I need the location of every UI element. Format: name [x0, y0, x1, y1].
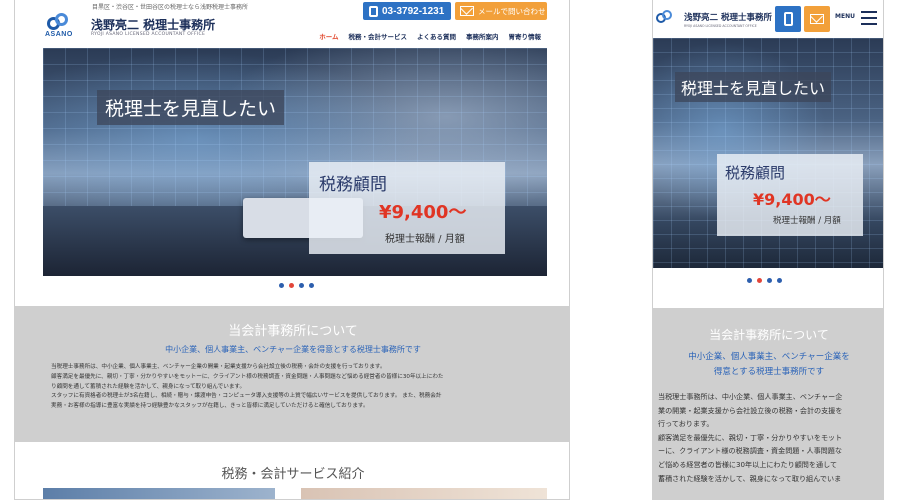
- about-line: 当税理士事務所は、中小企業、個人事業主、ベンチャー企業の開業・起業支援から会社設…: [51, 364, 386, 370]
- about-line: ど悩める経営者の皆様に30年以上にわたり顧問を通して: [658, 459, 838, 469]
- phone-button[interactable]: [775, 6, 801, 32]
- about-subtitle-line: 得意とする税理士事務所です: [713, 367, 825, 377]
- slider-dot[interactable]: [747, 278, 752, 283]
- hero-slider[interactable]: 税理士を見直したい 税務顧問 ¥9,400～ 税理士報酬 / 月額: [653, 38, 883, 268]
- about-line: 業の開業・起業支援から会社設立後の税務・会計の支援を: [658, 405, 843, 415]
- brand-name[interactable]: 浅野亮二 税理士事務所: [684, 11, 772, 23]
- service-thumbnail[interactable]: [301, 488, 547, 499]
- menu-label[interactable]: MENU: [835, 13, 855, 20]
- phone-icon: [369, 5, 378, 17]
- hero-slider[interactable]: 税理士を見直したい 税務顧問 ¥9,400～ 税理士報酬 / 月額: [43, 48, 547, 276]
- slider-dot-active[interactable]: [757, 278, 762, 283]
- about-body: 当税理士事務所は、中小企業、個人事業主、ベンチャー企業の開業・起業支援から会社設…: [51, 363, 539, 412]
- service-thumbnail[interactable]: [43, 488, 275, 499]
- hero-card-title: 税務顧問: [725, 164, 786, 182]
- phone-number: 03-3792-1231: [382, 5, 445, 17]
- hero-price-note: 税理士報酬 / 月額: [773, 216, 841, 226]
- about-line: 行っております。: [658, 419, 714, 429]
- about-line: ーに、クライアント様の税務調査・資金問題・人事問題な: [658, 446, 842, 456]
- mail-icon: [810, 14, 824, 24]
- about-subtitle: 中小企業、個人事業主、ベンチャー企業を得意とする税理士事務所です: [165, 345, 421, 354]
- about-section: 当会計事務所について 中小企業、個人事業主、ベンチャー企業を得意とする税理士事務…: [15, 306, 569, 442]
- mobile-view: 浅野亮二 税理士事務所 RYOJI ASANO LICENSED ACCOUNT…: [652, 0, 884, 500]
- about-body: 当税理士事務所は、中小企業、個人事業主、ベンチャー企 業の開業・起業支援から会社…: [658, 390, 882, 485]
- slider-dot[interactable]: [767, 278, 772, 283]
- hero-price-card: 税務顧問 ¥9,400～ 税理士報酬 / 月額: [717, 154, 863, 236]
- logo-icon[interactable]: [655, 10, 683, 30]
- hero-price: ¥9,400～: [753, 190, 831, 209]
- hamburger-menu-icon[interactable]: [861, 11, 877, 25]
- about-title: 当会計事務所について: [709, 328, 829, 342]
- about-line: 実務・お客様の指導に豊富な実績を持つ経験豊かなスタッフが在籍し、きっと皆様に満足…: [51, 403, 369, 410]
- header-tagline: 目黒区・渋谷区・世田谷区の税理士なら浅野税理士事務所: [92, 4, 249, 11]
- about-title: 当会計事務所について: [228, 324, 358, 339]
- services-title: 税務・会計サービス紹介: [221, 467, 365, 482]
- mail-contact-button[interactable]: [804, 6, 830, 32]
- hero-price-note: 税理士報酬 / 月額: [385, 234, 465, 245]
- about-section: 当会計事務所について 中小企業、個人事業主、ベンチャー企業を 得意とする税理士事…: [653, 308, 883, 499]
- brand-name[interactable]: 浅野亮二 税理士事務所: [91, 16, 215, 33]
- about-line: スタッフに有資格者の税理士が3名在籍し、相続・贈与・譲渡申告・コンピュータ導入支…: [51, 393, 442, 400]
- slider-dot[interactable]: [299, 283, 304, 288]
- slider-dot[interactable]: [777, 278, 782, 283]
- slider-dot-active[interactable]: [289, 283, 294, 288]
- nav-office[interactable]: 事務所案内: [466, 31, 499, 41]
- brand-subtitle: RYOJI ASANO LICENSED ACCOUNTANT OFFICE: [91, 32, 206, 37]
- desktop-view: 目黒区・渋谷区・世田谷区の税理士なら浅野税理士事務所 ASANO 浅野亮二 税理…: [14, 0, 570, 500]
- nav-home[interactable]: ホーム: [319, 31, 338, 41]
- mail-label: メールで問い合わせ: [478, 6, 546, 16]
- nav-faq[interactable]: よくある質問: [417, 31, 456, 41]
- about-subtitle-line: 中小企業、個人事業主、ベンチャー企業を: [688, 352, 850, 362]
- about-line: 顧客満足を最優先に、親切・丁寧・分かりやすいをモットーに、クライアント様の税務調…: [51, 373, 444, 380]
- logo-icon[interactable]: ASANO: [45, 13, 85, 41]
- hero-headline: 税理士を見直したい: [97, 90, 285, 125]
- phone-button[interactable]: 03-3792-1231: [363, 2, 451, 20]
- slider-dot[interactable]: [309, 283, 314, 288]
- slider-dot[interactable]: [279, 283, 284, 288]
- main-nav: ホーム 税務・会計サービス よくある質問 事務所案内 胃寄り情報: [319, 31, 541, 41]
- about-line: 蓄積された経験を活かして、親身になって取り組んでいま: [658, 473, 842, 483]
- about-line: 顧客満足を最優先に、親切・丁寧・分かりやすいをモット: [658, 432, 843, 442]
- about-line: 当税理士事務所は、中小企業、個人事業主、ベンチャー企: [658, 392, 843, 401]
- nav-access[interactable]: 胃寄り情報: [509, 31, 542, 41]
- slider-dots: [279, 283, 314, 288]
- mail-icon: [460, 6, 474, 16]
- screenshot-stage: 目黒区・渋谷区・世田谷区の税理士なら浅野税理士事務所 ASANO 浅野亮二 税理…: [0, 0, 900, 500]
- hero-card-title: 税務顧問: [319, 175, 387, 195]
- mail-contact-button[interactable]: メールで問い合わせ: [455, 2, 547, 20]
- about-line: り顧問を通して蓄積された経験を活かして、親身になって取り組んでいます。: [51, 383, 246, 390]
- brand-subtitle: RYOJI ASANO LICENSED ACCOUNTANT OFFICE: [684, 24, 757, 28]
- hero-price: ¥9,400～: [379, 202, 467, 223]
- about-subtitle: 中小企業、個人事業主、ベンチャー企業を 得意とする税理士事務所です: [653, 350, 883, 380]
- nav-services[interactable]: 税務・会計サービス: [349, 31, 408, 41]
- hero-headline: 税理士を見直したい: [675, 72, 832, 102]
- slider-dots: [747, 278, 782, 283]
- hero-price-card: 税務顧問 ¥9,400～ 税理士報酬 / 月額: [309, 162, 505, 254]
- phone-icon: [783, 12, 793, 26]
- logo-word: ASANO: [45, 31, 73, 38]
